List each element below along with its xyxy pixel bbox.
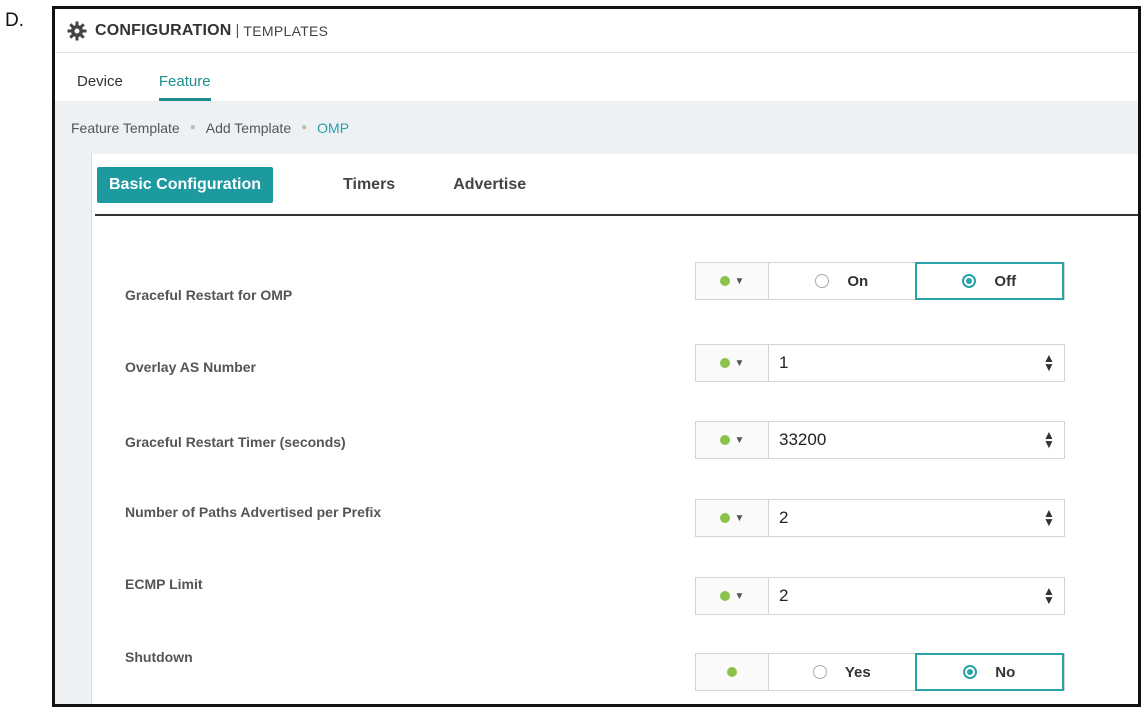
- chevron-down-icon: ▼: [734, 434, 745, 446]
- page-subtitle: TEMPLATES: [243, 22, 329, 39]
- chevron-down-icon: ▼: [734, 590, 745, 602]
- ecmp-limit-label: ECMP Limit: [125, 576, 203, 592]
- breadcrumb-add-template[interactable]: Add Template: [206, 120, 291, 136]
- globe-icon: [727, 667, 737, 677]
- radio-icon: [815, 274, 830, 288]
- scope-dropdown[interactable]: ▼: [696, 422, 769, 458]
- paths-advertised-label: Number of Paths Advertised per Prefix: [125, 504, 382, 520]
- breadcrumb-feature-template[interactable]: Feature Template: [71, 120, 180, 136]
- app-window: CONFIGURATION | TEMPLATES Device Feature…: [52, 6, 1141, 707]
- globe-icon: [719, 513, 730, 523]
- graceful-restart-control: ▼ On Off: [695, 262, 1065, 300]
- breadcrumb-separator-icon: ●: [189, 122, 196, 133]
- template-content: Basic Configuration Timers Advertise Gra…: [55, 153, 1138, 704]
- breadcrumb-omp: OMP: [317, 119, 350, 136]
- scope-dropdown[interactable]: ▼: [696, 578, 769, 614]
- tab-feature[interactable]: Feature: [158, 73, 211, 101]
- form-rows: Graceful Restart for OMP ▼ On Off Overla…: [55, 153, 1138, 704]
- scope-selector[interactable]: [696, 654, 769, 690]
- gear-icon: [67, 21, 87, 40]
- option-label: No: [995, 663, 1016, 681]
- chevron-down-icon: ▼: [734, 512, 745, 524]
- page-title: CONFIGURATION: [95, 21, 232, 39]
- chevron-down-icon: ▼: [734, 357, 745, 369]
- option-label: Off: [994, 272, 1017, 290]
- option-label: On: [847, 272, 869, 290]
- breadcrumb: Feature Template ● Add Template ● OMP: [55, 101, 1138, 154]
- graceful-restart-on-option[interactable]: On: [769, 263, 915, 299]
- globe-icon: [719, 435, 730, 445]
- paths-advertised-input[interactable]: 2: [769, 508, 1034, 528]
- paths-advertised-field: ▼ 2 ▲ ▼: [695, 499, 1065, 537]
- tab-device[interactable]: Device: [77, 73, 123, 101]
- shutdown-label: Shutdown: [125, 649, 193, 665]
- graceful-timer-label: Graceful Restart Timer (seconds): [125, 434, 346, 450]
- title-bar: CONFIGURATION | TEMPLATES: [55, 9, 1138, 53]
- globe-icon: [719, 358, 730, 368]
- overlay-as-field: ▼ 1 ▲ ▼: [695, 344, 1065, 382]
- overlay-as-label: Overlay AS Number: [125, 359, 256, 375]
- stepper-icon[interactable]: ▲ ▼: [1034, 507, 1064, 528]
- scope-dropdown[interactable]: ▼: [696, 500, 769, 536]
- radio-icon: [812, 665, 827, 679]
- option-letter: D.: [5, 10, 24, 31]
- radio-selected-icon: [963, 665, 978, 679]
- shutdown-yes-option[interactable]: Yes: [769, 654, 915, 690]
- globe-icon: [719, 276, 730, 286]
- radio-selected-icon: [962, 274, 977, 288]
- graceful-timer-input[interactable]: 33200: [769, 430, 1034, 450]
- graceful-restart-off-option[interactable]: Off: [914, 262, 1064, 300]
- overlay-as-input[interactable]: 1: [769, 353, 1034, 373]
- option-label: Yes: [844, 663, 871, 681]
- ecmp-limit-input[interactable]: 2: [769, 586, 1034, 606]
- scope-dropdown[interactable]: ▼: [696, 263, 769, 299]
- top-tab-bar: Device Feature: [55, 53, 1138, 101]
- breadcrumb-separator-icon: ●: [301, 122, 308, 133]
- shutdown-no-option[interactable]: No: [914, 653, 1064, 691]
- globe-icon: [719, 591, 730, 601]
- ecmp-limit-field: ▼ 2 ▲ ▼: [695, 577, 1065, 615]
- stepper-icon[interactable]: ▲ ▼: [1034, 429, 1064, 450]
- chevron-down-icon: ▼: [734, 275, 745, 287]
- graceful-timer-field: ▼ 33200 ▲ ▼: [695, 421, 1065, 459]
- stepper-icon[interactable]: ▲ ▼: [1034, 352, 1064, 373]
- graceful-restart-label: Graceful Restart for OMP: [125, 287, 293, 303]
- scope-dropdown[interactable]: ▼: [696, 345, 769, 381]
- title-separator: |: [235, 22, 240, 39]
- stepper-icon[interactable]: ▲ ▼: [1034, 585, 1064, 606]
- shutdown-control: Yes No: [695, 653, 1065, 691]
